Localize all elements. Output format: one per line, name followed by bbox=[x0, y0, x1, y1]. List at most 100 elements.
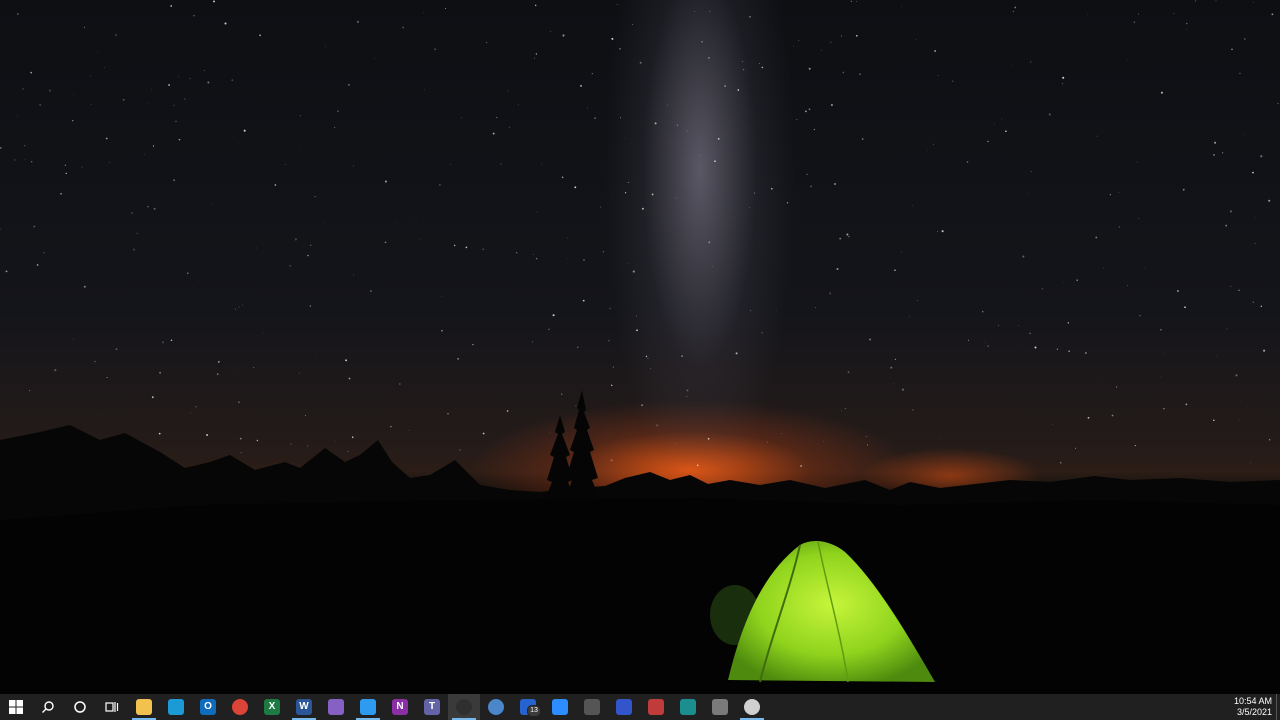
star bbox=[632, 270, 635, 273]
chrome-icon bbox=[232, 699, 248, 715]
star bbox=[667, 104, 668, 106]
star bbox=[24, 159, 26, 161]
star bbox=[0, 228, 1, 230]
taskbar-app-file-explorer[interactable] bbox=[128, 694, 160, 720]
star bbox=[1213, 419, 1215, 421]
taskbar-app-obs-studio[interactable] bbox=[448, 694, 480, 720]
vs-code-icon bbox=[360, 699, 376, 715]
desktop-wallpaper bbox=[0, 0, 1280, 694]
star bbox=[243, 129, 246, 132]
star bbox=[161, 341, 164, 344]
star bbox=[72, 93, 74, 95]
star bbox=[90, 75, 91, 77]
system-clock[interactable]: 10:54 AM 3/5/2021 bbox=[1234, 694, 1272, 720]
taskbar-app-zoom[interactable] bbox=[544, 694, 576, 720]
file-explorer-icon bbox=[136, 699, 152, 715]
star bbox=[30, 160, 33, 163]
star bbox=[143, 153, 145, 155]
star bbox=[1136, 161, 1138, 163]
star bbox=[616, 4, 618, 5]
star bbox=[806, 173, 808, 175]
pine-tree bbox=[566, 390, 600, 500]
star bbox=[823, 441, 824, 442]
star bbox=[1116, 386, 1118, 388]
star bbox=[1118, 192, 1120, 193]
star bbox=[408, 430, 410, 431]
star bbox=[533, 254, 535, 256]
taskbar-app-visual-studio[interactable] bbox=[320, 694, 352, 720]
search-button[interactable] bbox=[32, 694, 64, 720]
star bbox=[0, 147, 2, 149]
taskbar-app-printer-app[interactable] bbox=[704, 694, 736, 720]
taskbar-app-word[interactable]: W bbox=[288, 694, 320, 720]
star bbox=[709, 10, 711, 12]
star bbox=[813, 128, 816, 131]
taskbar-app-recorder[interactable] bbox=[736, 694, 768, 720]
panel-app-icon bbox=[680, 699, 696, 715]
taskbar-app-onenote[interactable]: N bbox=[384, 694, 416, 720]
taskbar-app-outlook[interactable]: O bbox=[192, 694, 224, 720]
star bbox=[298, 147, 300, 149]
browser-compass-icon bbox=[168, 699, 184, 715]
task-view-button[interactable] bbox=[96, 694, 128, 720]
taskbar-app-chrome[interactable] bbox=[224, 694, 256, 720]
star bbox=[309, 305, 311, 307]
star bbox=[30, 71, 33, 74]
start-button[interactable] bbox=[0, 694, 32, 720]
star bbox=[240, 452, 242, 454]
star bbox=[231, 79, 234, 82]
star bbox=[336, 333, 337, 335]
star bbox=[810, 185, 812, 188]
star bbox=[1059, 461, 1062, 464]
star bbox=[1111, 414, 1114, 417]
star bbox=[33, 225, 36, 228]
star bbox=[611, 37, 614, 40]
star bbox=[507, 90, 509, 92]
star bbox=[198, 280, 200, 282]
taskbar-app-snipping-tool[interactable] bbox=[576, 694, 608, 720]
star bbox=[686, 389, 689, 392]
taskbar-app-color-picker[interactable] bbox=[640, 694, 672, 720]
star bbox=[445, 8, 447, 10]
cortana-button[interactable] bbox=[64, 694, 96, 720]
show-desktop-button[interactable] bbox=[1276, 694, 1280, 720]
star bbox=[64, 164, 66, 166]
star bbox=[65, 172, 67, 175]
star bbox=[636, 329, 638, 332]
clock-date: 3/5/2021 bbox=[1236, 707, 1272, 717]
star bbox=[624, 192, 627, 194]
star bbox=[548, 328, 550, 331]
star bbox=[115, 348, 118, 350]
star bbox=[708, 57, 710, 59]
star bbox=[1048, 113, 1051, 116]
star bbox=[869, 338, 872, 341]
star bbox=[541, 163, 543, 164]
star bbox=[1235, 374, 1238, 377]
star bbox=[184, 98, 186, 100]
taskbar-app-teams[interactable]: T bbox=[416, 694, 448, 720]
star bbox=[808, 67, 811, 70]
star bbox=[829, 292, 832, 295]
star bbox=[580, 84, 582, 87]
taskbar-app-vs-code[interactable] bbox=[352, 694, 384, 720]
taskbar-app-browser-compass[interactable] bbox=[160, 694, 192, 720]
star bbox=[309, 244, 312, 247]
taskbar-app-panel-app[interactable] bbox=[672, 694, 704, 720]
star bbox=[966, 161, 969, 163]
taskbar-app-todo[interactable]: 13 bbox=[512, 694, 544, 720]
star bbox=[1144, 266, 1145, 268]
star bbox=[850, 0, 853, 3]
star bbox=[500, 163, 502, 165]
cortana-icon bbox=[74, 701, 86, 713]
star bbox=[239, 437, 242, 440]
star bbox=[641, 404, 644, 407]
star bbox=[847, 371, 850, 374]
star bbox=[465, 246, 468, 249]
star bbox=[1034, 346, 1037, 349]
taskbar-app-excel[interactable]: X bbox=[256, 694, 288, 720]
taskbar-app-firefox-dev[interactable] bbox=[608, 694, 640, 720]
taskbar-app-globe-app[interactable] bbox=[480, 694, 512, 720]
starfield bbox=[0, 0, 1279, 470]
star bbox=[347, 83, 350, 86]
star bbox=[866, 436, 867, 438]
